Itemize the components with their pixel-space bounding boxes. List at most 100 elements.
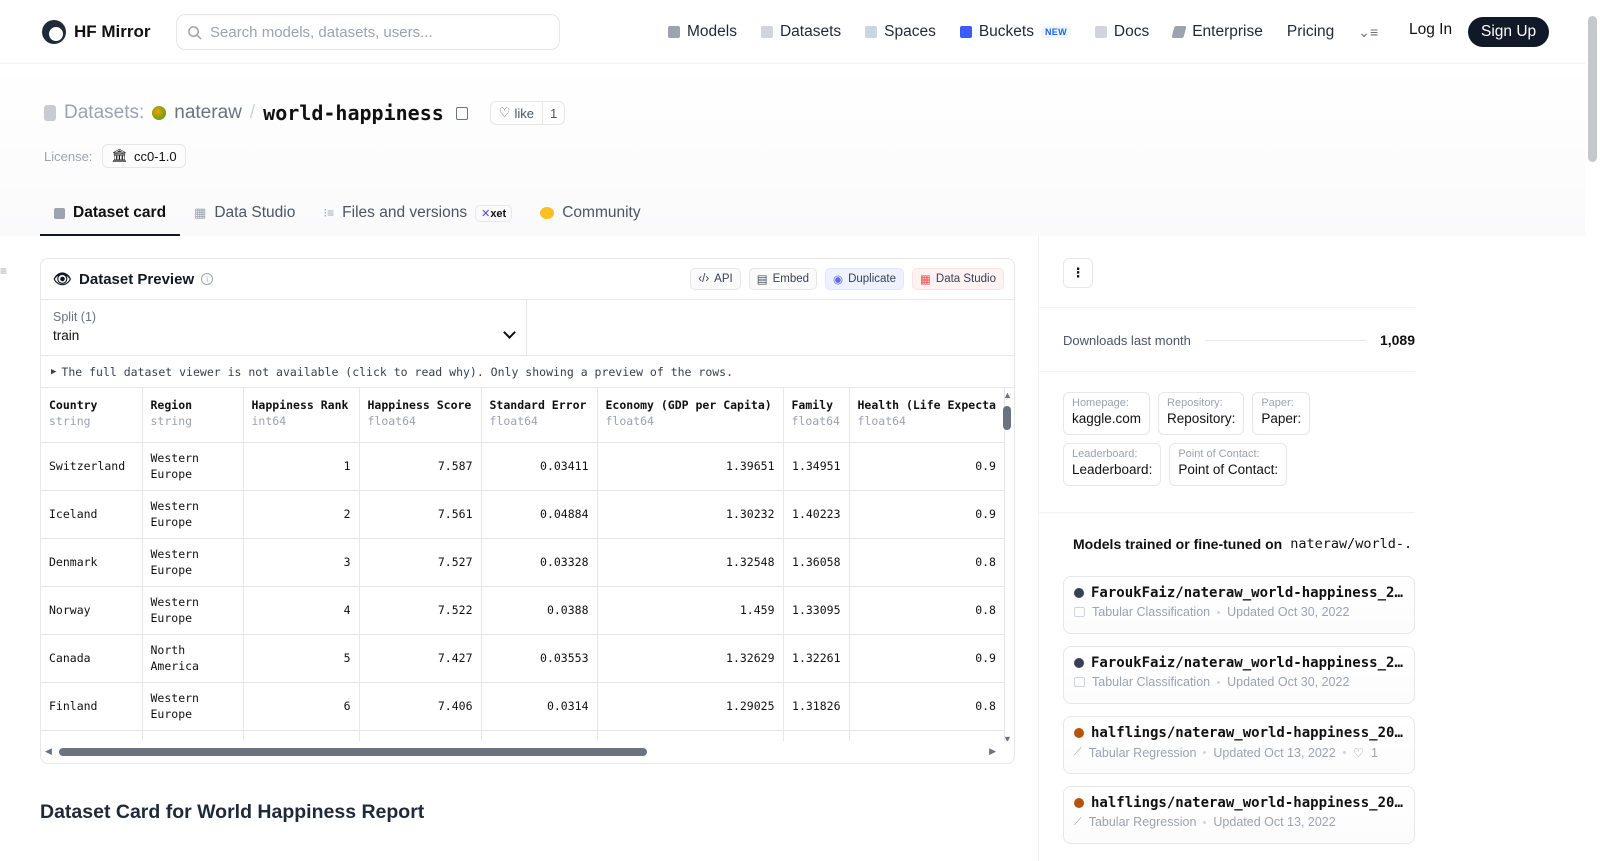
table-cell[interactable]: 6 — [243, 682, 360, 731]
meta-point-of-contact[interactable]: Point of Contact: Point of Contact: — [1169, 443, 1288, 486]
scroll-thumb[interactable] — [59, 748, 647, 756]
table-cell[interactable]: Canada — [41, 634, 143, 683]
section-label[interactable]: Datasets: — [64, 102, 144, 124]
table-cell[interactable]: 7.561 — [359, 490, 482, 539]
table-cell[interactable]: Finland — [41, 682, 143, 731]
model-card[interactable]: halflings/nateraw_world-happiness_201...… — [1063, 786, 1415, 844]
tab-data-studio[interactable]: ▦ Data Studio — [180, 192, 309, 234]
table-cell[interactable]: 7.427 — [359, 634, 482, 683]
tab-community[interactable]: Community — [526, 192, 654, 234]
meta-repository[interactable]: Repository: Repository: — [1158, 392, 1245, 435]
table-cell[interactable]: Western Europe — [142, 682, 244, 731]
table-cell[interactable]: 0.03411 — [481, 442, 598, 491]
info-icon[interactable]: i — [201, 273, 214, 285]
table-cell[interactable]: 0.9 — [849, 442, 1005, 491]
table-cell[interactable]: 0.03553 — [481, 634, 598, 683]
column-header[interactable]: Health (Life Expecta float64 — [849, 388, 1005, 443]
table-cell[interactable]: 0.8 — [849, 538, 1005, 587]
vertical-scrollbar[interactable]: ▲ ▼ — [1003, 390, 1012, 743]
table-cell[interactable]: 3 — [243, 538, 360, 587]
table-cell[interactable]: 4 — [243, 586, 360, 635]
table-cell[interactable]: 0.8 — [849, 682, 1005, 731]
nav-buckets[interactable]: Buckets NEW — [959, 19, 1071, 45]
table-cell[interactable]: 2 — [243, 490, 360, 539]
column-header[interactable]: Happiness Rank int64 — [243, 388, 360, 443]
table-cell[interactable]: 7.522 — [359, 586, 482, 635]
table-cell[interactable]: 7.527 — [359, 538, 482, 587]
search-input[interactable] — [210, 23, 530, 41]
table-cell[interactable]: 1.40223 — [783, 490, 850, 539]
table-cell[interactable]: 0.0388 — [481, 586, 598, 635]
api-button[interactable]: ‹/› API — [690, 268, 741, 290]
duplicate-button[interactable]: ◉ Duplicate — [825, 268, 905, 290]
table-cell[interactable]: Denmark — [41, 538, 143, 587]
meta-paper[interactable]: Paper: Paper: — [1252, 392, 1311, 435]
horizontal-scrollbar[interactable]: ◀ ▶ — [41, 741, 1014, 763]
signup-button[interactable]: Sign Up — [1468, 17, 1550, 47]
table-cell[interactable]: 1.32261 — [783, 634, 850, 683]
table-cell[interactable]: Norway — [41, 586, 143, 635]
table-cell[interactable]: 1.29025 — [597, 682, 784, 731]
toc-toggle-icon[interactable]: ≡ — [0, 264, 7, 278]
table-cell[interactable]: 1.39651 — [597, 442, 784, 491]
column-header[interactable]: Family float64 — [783, 388, 850, 443]
table-cell[interactable]: 1.34951 — [783, 442, 850, 491]
table-cell[interactable]: Western Europe — [142, 538, 244, 587]
split-select[interactable]: Split (1) train — [41, 300, 527, 355]
nav-models[interactable]: Models — [668, 19, 737, 45]
table-cell[interactable]: 7.406 — [359, 682, 482, 731]
table-cell[interactable]: Western Europe — [142, 490, 244, 539]
page-scrollbar[interactable] — [1585, 0, 1600, 861]
table-cell[interactable]: 1.31826 — [783, 682, 850, 731]
table-cell[interactable]: 0.0314 — [481, 682, 598, 731]
nav-enterprise[interactable]: Enterprise — [1171, 19, 1263, 45]
owner-link[interactable]: nateraw — [174, 102, 242, 124]
nav-spaces[interactable]: Spaces — [865, 19, 936, 45]
scroll-thumb[interactable] — [1588, 16, 1597, 162]
table-cell[interactable]: 7.587 — [359, 442, 482, 491]
embed-button[interactable]: ▤ Embed — [748, 268, 818, 290]
nav-docs[interactable]: Docs — [1094, 19, 1149, 45]
table-cell[interactable]: 1.30232 — [597, 490, 784, 539]
meta-homepage[interactable]: Homepage: kaggle.com — [1063, 392, 1151, 435]
column-header[interactable]: Happiness Score float64 — [359, 388, 482, 443]
column-header[interactable]: Standard Error float64 — [481, 388, 598, 443]
table-cell[interactable]: 0.03328 — [481, 538, 598, 587]
table-cell[interactable]: 1.36058 — [783, 538, 850, 587]
nav-pricing[interactable]: Pricing — [1287, 19, 1334, 45]
table-cell[interactable]: 0.04884 — [481, 490, 598, 539]
model-card[interactable]: FaroukFaiz/nateraw_world-happiness_20...… — [1063, 646, 1415, 704]
table-cell[interactable]: 0.9 — [849, 634, 1005, 683]
table-cell[interactable]: Iceland — [41, 490, 143, 539]
column-header[interactable]: Economy (GDP per Capita) float64 — [597, 388, 784, 443]
table-cell[interactable]: North America — [142, 634, 244, 683]
model-card[interactable]: FaroukFaiz/nateraw_world-happiness_20...… — [1063, 576, 1415, 634]
table-cell[interactable]: Western Europe — [142, 442, 244, 491]
license-tag[interactable]: 🏛 cc0-1.0 — [102, 144, 186, 168]
scroll-up-icon[interactable]: ▲ — [1003, 390, 1012, 400]
search-box[interactable] — [176, 14, 560, 50]
table-cell[interactable]: Western Europe — [142, 586, 244, 635]
column-header[interactable]: Country string — [41, 388, 143, 443]
scroll-thumb[interactable] — [1003, 406, 1011, 430]
model-card[interactable]: halflings/nateraw_world-happiness_201...… — [1063, 716, 1415, 774]
more-menu-icon[interactable]: ⌄≡ — [1358, 24, 1378, 41]
table-cell[interactable]: 1.32548 — [597, 538, 784, 587]
kebab-menu-button[interactable]: ⋮ — [1063, 258, 1093, 288]
tab-files-and-versions[interactable]: ⁝≡ Files and versions ✕xet — [309, 192, 526, 234]
login-link[interactable]: Log In — [1409, 21, 1452, 39]
like-button[interactable]: ♡ like 1 — [489, 101, 566, 125]
table-cell[interactable]: 1.459 — [597, 586, 784, 635]
data-studio-button[interactable]: ▦ Data Studio — [912, 268, 1004, 290]
scroll-left-icon[interactable]: ◀ — [45, 746, 52, 757]
viewer-notice[interactable]: ▶ The full dataset viewer is not availab… — [41, 356, 1014, 388]
preview-table-container[interactable]: Country string Region string Happiness Rank i… — [41, 388, 1014, 743]
repo-name[interactable]: world-happiness — [263, 101, 444, 125]
logo[interactable]: HF Mirror — [42, 20, 151, 44]
table-cell[interactable]: 1 — [243, 442, 360, 491]
table-cell[interactable]: 1.32629 — [597, 634, 784, 683]
table-cell[interactable]: 5 — [243, 634, 360, 683]
table-cell[interactable]: Switzerland — [41, 442, 143, 491]
meta-leaderboard[interactable]: Leaderboard: Leaderboard: — [1063, 443, 1162, 486]
tab-dataset-card[interactable]: Dataset card — [40, 192, 181, 236]
